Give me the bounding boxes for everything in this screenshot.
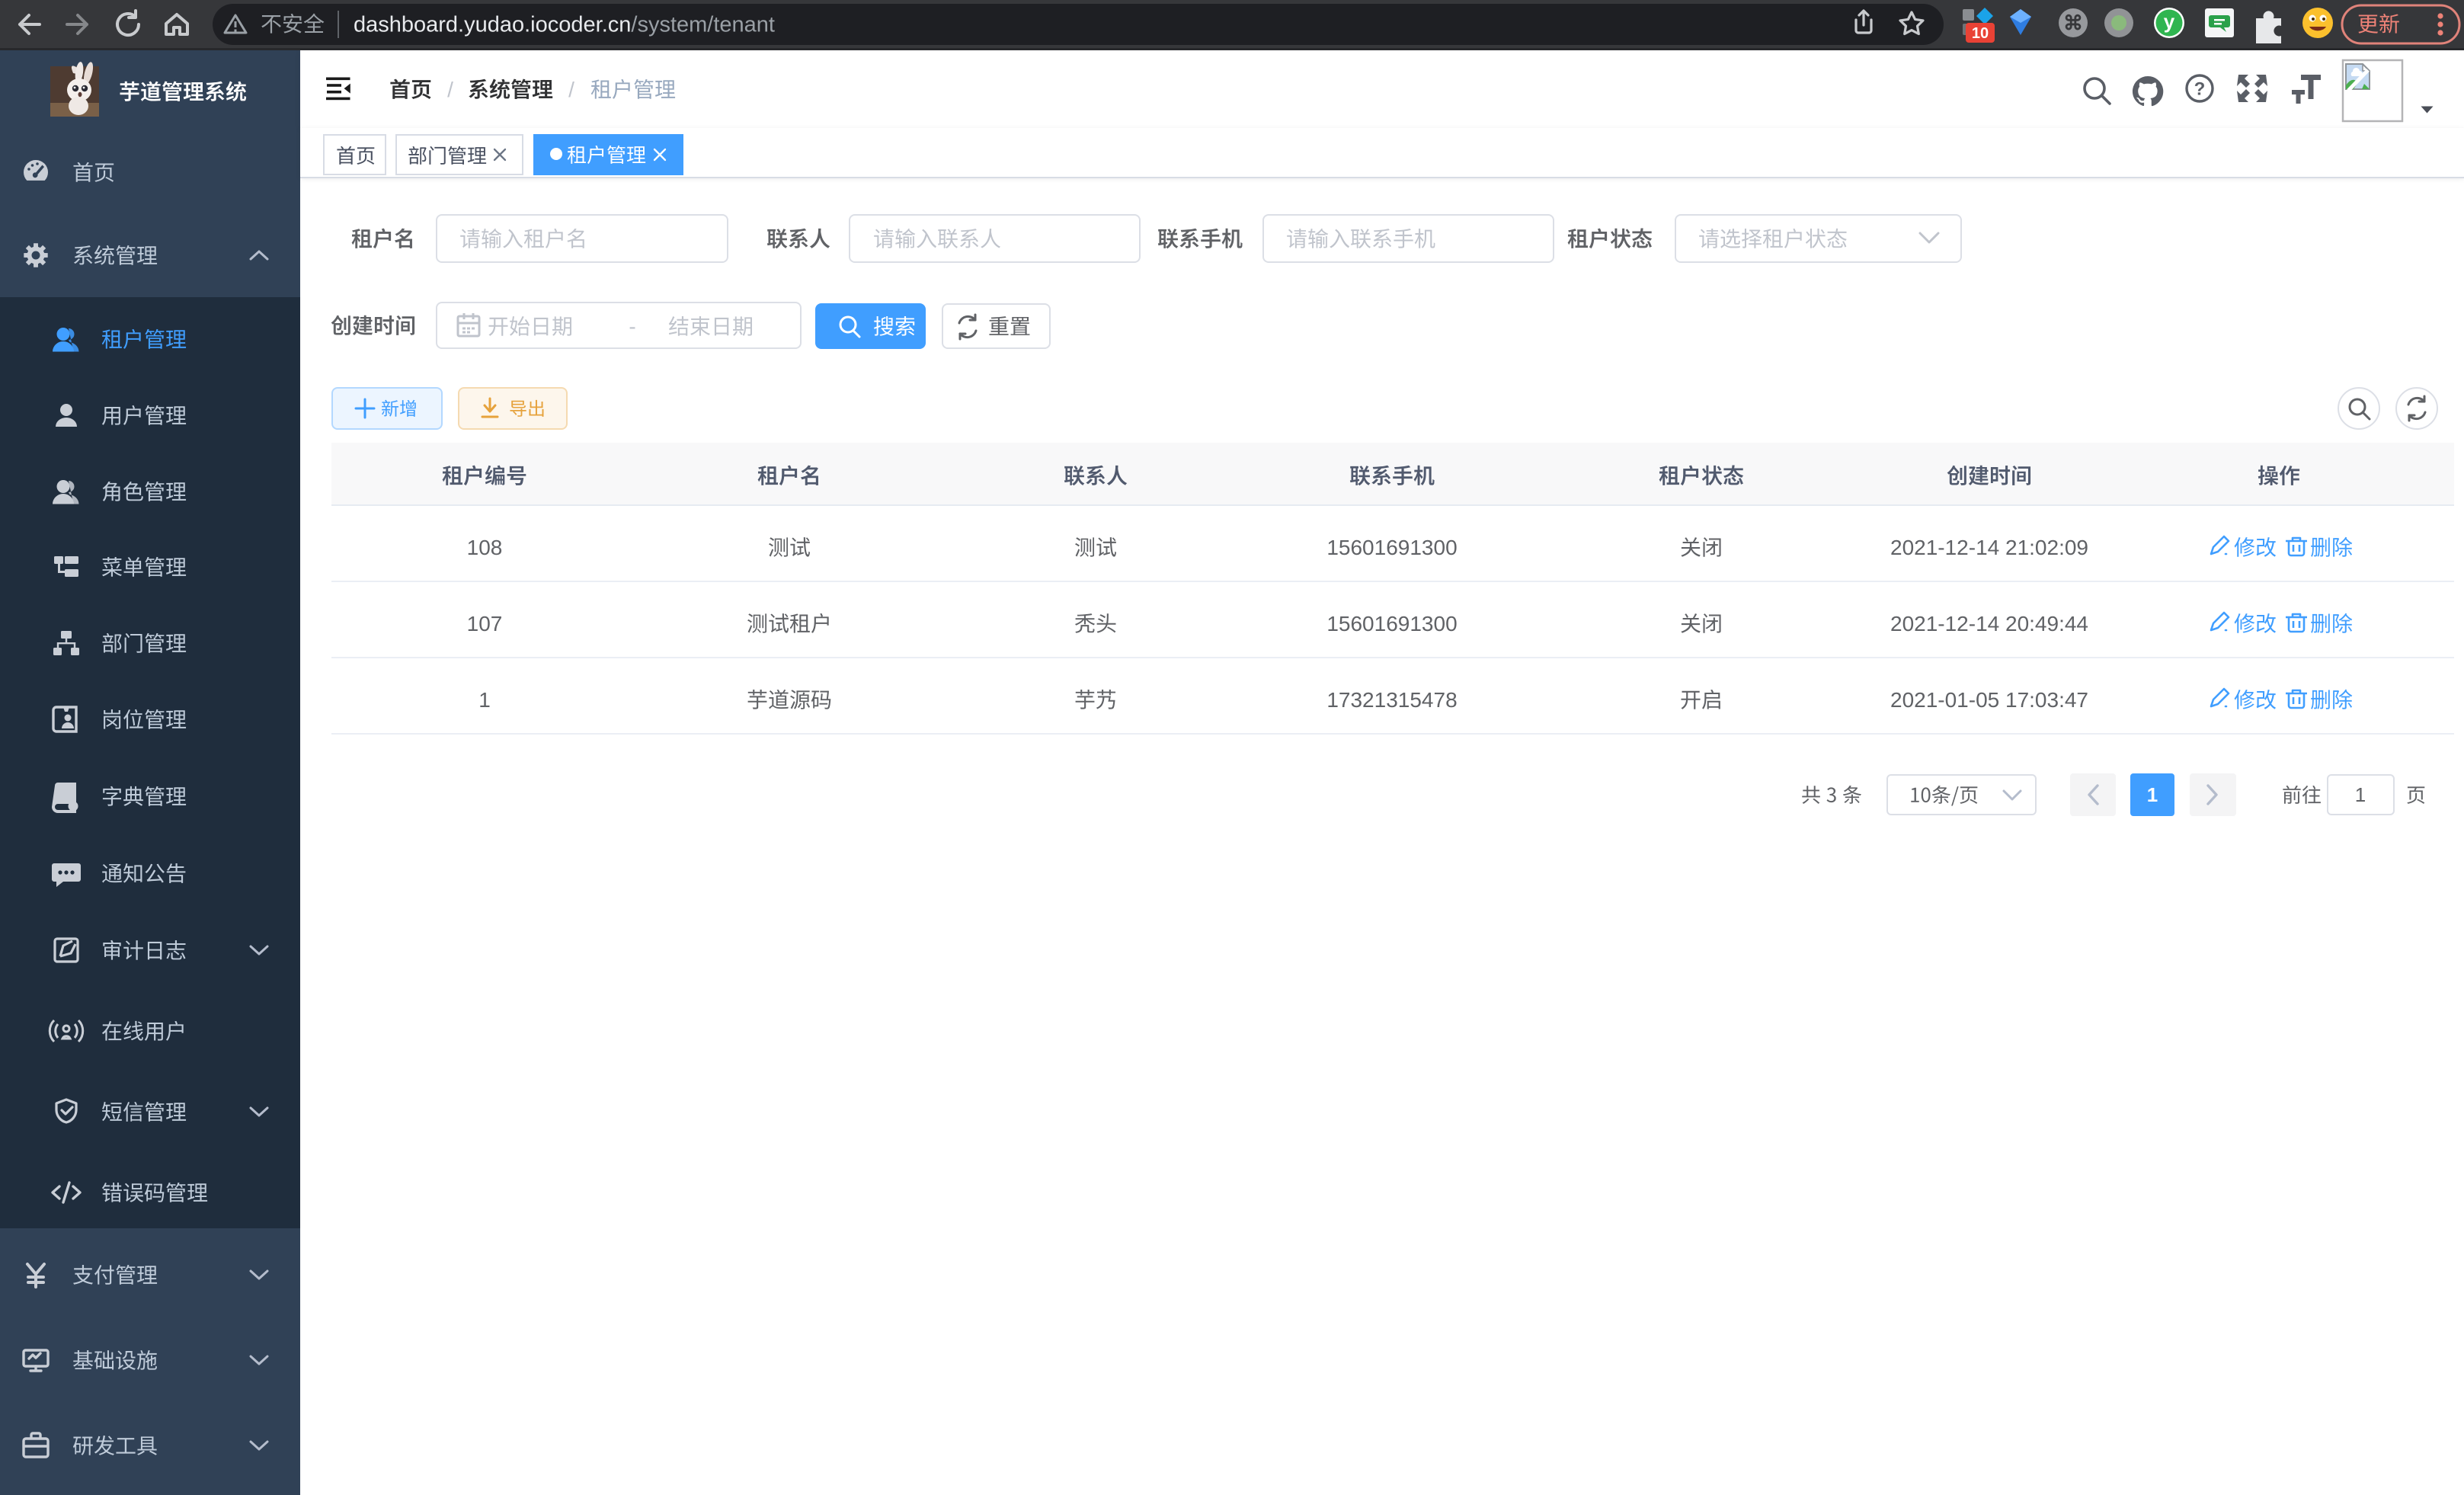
svg-text:1: 1	[2147, 783, 2158, 806]
svg-text:108: 108	[467, 536, 503, 559]
svg-text:15601691300: 15601691300	[1326, 612, 1457, 635]
svg-text:/: /	[568, 78, 574, 101]
svg-text:y: y	[2164, 10, 2175, 33]
svg-text:?: ?	[2194, 79, 2206, 100]
svg-text:⌘: ⌘	[2063, 11, 2083, 34]
svg-text:/: /	[447, 78, 453, 101]
svg-text:dashboard.yudao.iocoder.cn/sys: dashboard.yudao.iocoder.cn/system/tenant	[354, 12, 775, 37]
svg-text:107: 107	[467, 612, 503, 635]
svg-text:17321315478: 17321315478	[1326, 688, 1457, 712]
svg-text:2021-01-05 17:03:47: 2021-01-05 17:03:47	[1890, 688, 2088, 712]
svg-text:1: 1	[478, 688, 491, 712]
svg-text:1: 1	[2355, 783, 2366, 806]
svg-text:15601691300: 15601691300	[1326, 536, 1457, 559]
svg-text:2021-12-14 20:49:44: 2021-12-14 20:49:44	[1890, 612, 2088, 635]
svg-text:2021-12-14 21:02:09: 2021-12-14 21:02:09	[1890, 536, 2088, 559]
svg-text:-: -	[629, 315, 635, 338]
svg-text:10: 10	[1972, 25, 1989, 42]
